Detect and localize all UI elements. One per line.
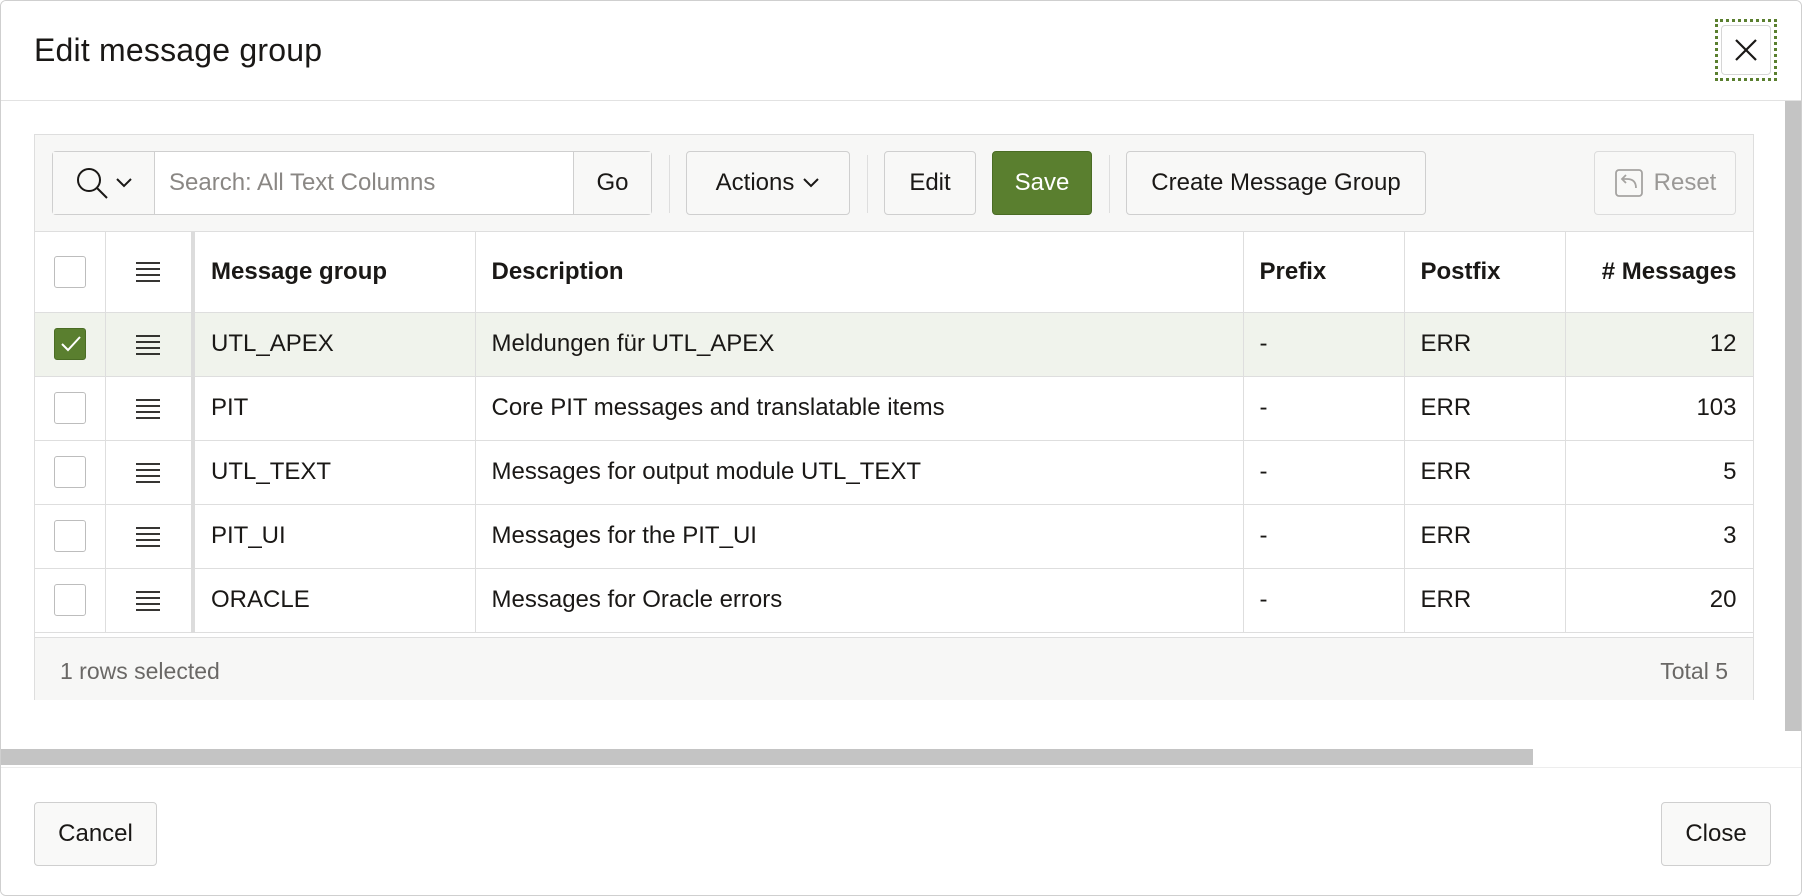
actions-button[interactable]: Actions	[686, 151, 850, 215]
row-checkbox[interactable]	[53, 584, 86, 616]
cell-message-group[interactable]: PIT_UI	[193, 504, 476, 569]
dialog-close-button[interactable]	[1715, 19, 1777, 81]
row-menu-cell	[105, 312, 195, 377]
row-actions-menu-icon[interactable]	[135, 462, 161, 484]
actions-label: Actions	[715, 169, 795, 196]
cell-prefix[interactable]: -	[1243, 440, 1405, 505]
dialog-title: Edit message group	[34, 32, 323, 68]
table-row[interactable]: PIT Core PIT messages and translatable i…	[35, 376, 1754, 441]
cell-prefix[interactable]: -	[1243, 376, 1405, 441]
cell-description[interactable]: Core PIT messages and translatable items	[475, 376, 1244, 441]
column-header-postfix[interactable]: Postfix	[1404, 232, 1566, 313]
cell-postfix[interactable]: ERR	[1404, 312, 1566, 377]
select-all-cell	[35, 232, 106, 313]
horizontal-scrollbar-thumb[interactable]	[1, 749, 1533, 765]
create-message-group-button[interactable]: Create Message Group	[1126, 151, 1426, 215]
row-select-cell	[35, 568, 106, 633]
search-column-selector[interactable]	[53, 152, 155, 214]
cell-messages[interactable]: 103	[1565, 376, 1754, 441]
cell-messages[interactable]: 20	[1565, 568, 1754, 633]
message-group-table: Message group Description Prefix Postfix…	[35, 232, 1754, 633]
menu-icon[interactable]	[135, 261, 161, 283]
dialog-footer: Cancel Close	[1, 767, 1801, 895]
cell-message-group[interactable]: ORACLE	[193, 568, 476, 633]
search-bar: Go	[52, 151, 652, 215]
table-row[interactable]: UTL_TEXT Messages for output module UTL_…	[35, 440, 1754, 505]
column-header-messages[interactable]: # Messages	[1565, 232, 1754, 313]
chevron-down-icon	[803, 178, 820, 188]
row-select-cell	[35, 504, 106, 569]
cell-messages[interactable]: 3	[1565, 504, 1754, 569]
cell-messages[interactable]: 5	[1565, 440, 1754, 505]
row-actions-menu-icon[interactable]	[135, 334, 161, 356]
row-checkbox-checked[interactable]	[53, 328, 86, 360]
check-icon	[61, 336, 81, 352]
row-checkbox[interactable]	[53, 520, 86, 552]
table-row[interactable]: ORACLE Messages for Oracle errors - ERR …	[35, 568, 1754, 633]
save-button[interactable]: Save	[992, 151, 1092, 215]
row-checkbox[interactable]	[53, 456, 86, 488]
row-menu-cell	[105, 504, 195, 569]
close-button[interactable]: Close	[1661, 802, 1771, 866]
row-actions-menu-icon[interactable]	[135, 398, 161, 420]
toolbar-separator	[867, 155, 868, 213]
header-menu-cell	[105, 232, 195, 313]
table-header-row: Message group Description Prefix Postfix…	[35, 232, 1754, 313]
dialog-header: Edit message group	[1, 1, 1801, 101]
grid-toolbar: Go Actions Edit Save Create Message Grou…	[35, 135, 1753, 232]
cell-prefix[interactable]: -	[1243, 312, 1405, 377]
cell-postfix[interactable]: ERR	[1404, 440, 1566, 505]
toolbar-separator	[669, 155, 670, 213]
table-row[interactable]: UTL_APEX Meldungen für UTL_APEX - ERR 12	[35, 312, 1754, 377]
rows-selected-count: 1 rows selected	[60, 658, 220, 684]
row-actions-menu-icon[interactable]	[135, 590, 161, 612]
search-icon	[76, 168, 108, 199]
row-menu-cell	[105, 568, 195, 633]
cell-description[interactable]: Messages for output module UTL_TEXT	[475, 440, 1244, 505]
cell-prefix[interactable]: -	[1243, 568, 1405, 633]
cell-postfix[interactable]: ERR	[1404, 568, 1566, 633]
cell-message-group[interactable]: UTL_APEX	[193, 312, 476, 377]
reset-button[interactable]: Reset	[1594, 151, 1736, 215]
cell-postfix[interactable]: ERR	[1404, 504, 1566, 569]
vertical-scrollbar[interactable]	[1785, 101, 1801, 731]
interactive-grid: Go Actions Edit Save Create Message Grou…	[34, 134, 1754, 700]
grid-footer: 1 rows selected Total 5	[35, 637, 1753, 700]
cell-description[interactable]: Messages for the PIT_UI	[475, 504, 1244, 569]
cancel-button[interactable]: Cancel	[34, 802, 157, 866]
cell-message-group[interactable]: UTL_TEXT	[193, 440, 476, 505]
row-select-cell	[35, 440, 106, 505]
column-header-prefix[interactable]: Prefix	[1243, 232, 1405, 313]
row-menu-cell	[105, 376, 195, 441]
row-menu-cell	[105, 440, 195, 505]
cell-message-group[interactable]: PIT	[193, 376, 476, 441]
search-input[interactable]	[155, 152, 573, 214]
edit-message-group-dialog: Edit message group Search: All Text Colu…	[0, 0, 1802, 896]
cell-description[interactable]: Messages for Oracle errors	[475, 568, 1244, 633]
row-checkbox[interactable]	[53, 392, 86, 424]
go-button[interactable]: Go	[573, 152, 651, 214]
cell-messages[interactable]: 12	[1565, 312, 1754, 377]
cell-postfix[interactable]: ERR	[1404, 376, 1566, 441]
toolbar-separator	[1109, 155, 1110, 213]
edit-button[interactable]: Edit	[884, 151, 976, 215]
reset-label: Reset	[1653, 169, 1717, 196]
table-row[interactable]: PIT_UI Messages for the PIT_UI - ERR 3	[35, 504, 1754, 569]
undo-icon	[1614, 169, 1643, 197]
row-select-cell	[35, 312, 106, 377]
cell-prefix[interactable]: -	[1243, 504, 1405, 569]
row-select-cell	[35, 376, 106, 441]
cell-description[interactable]: Meldungen für UTL_APEX	[475, 312, 1244, 377]
row-actions-menu-icon[interactable]	[135, 526, 161, 548]
column-header-description[interactable]: Description	[475, 232, 1244, 313]
chevron-down-icon	[115, 178, 132, 188]
total-count: Total 5	[1660, 658, 1728, 684]
column-header-message-group[interactable]: Message group	[193, 232, 476, 313]
select-all-checkbox[interactable]	[53, 255, 86, 288]
close-icon[interactable]	[1721, 25, 1771, 75]
